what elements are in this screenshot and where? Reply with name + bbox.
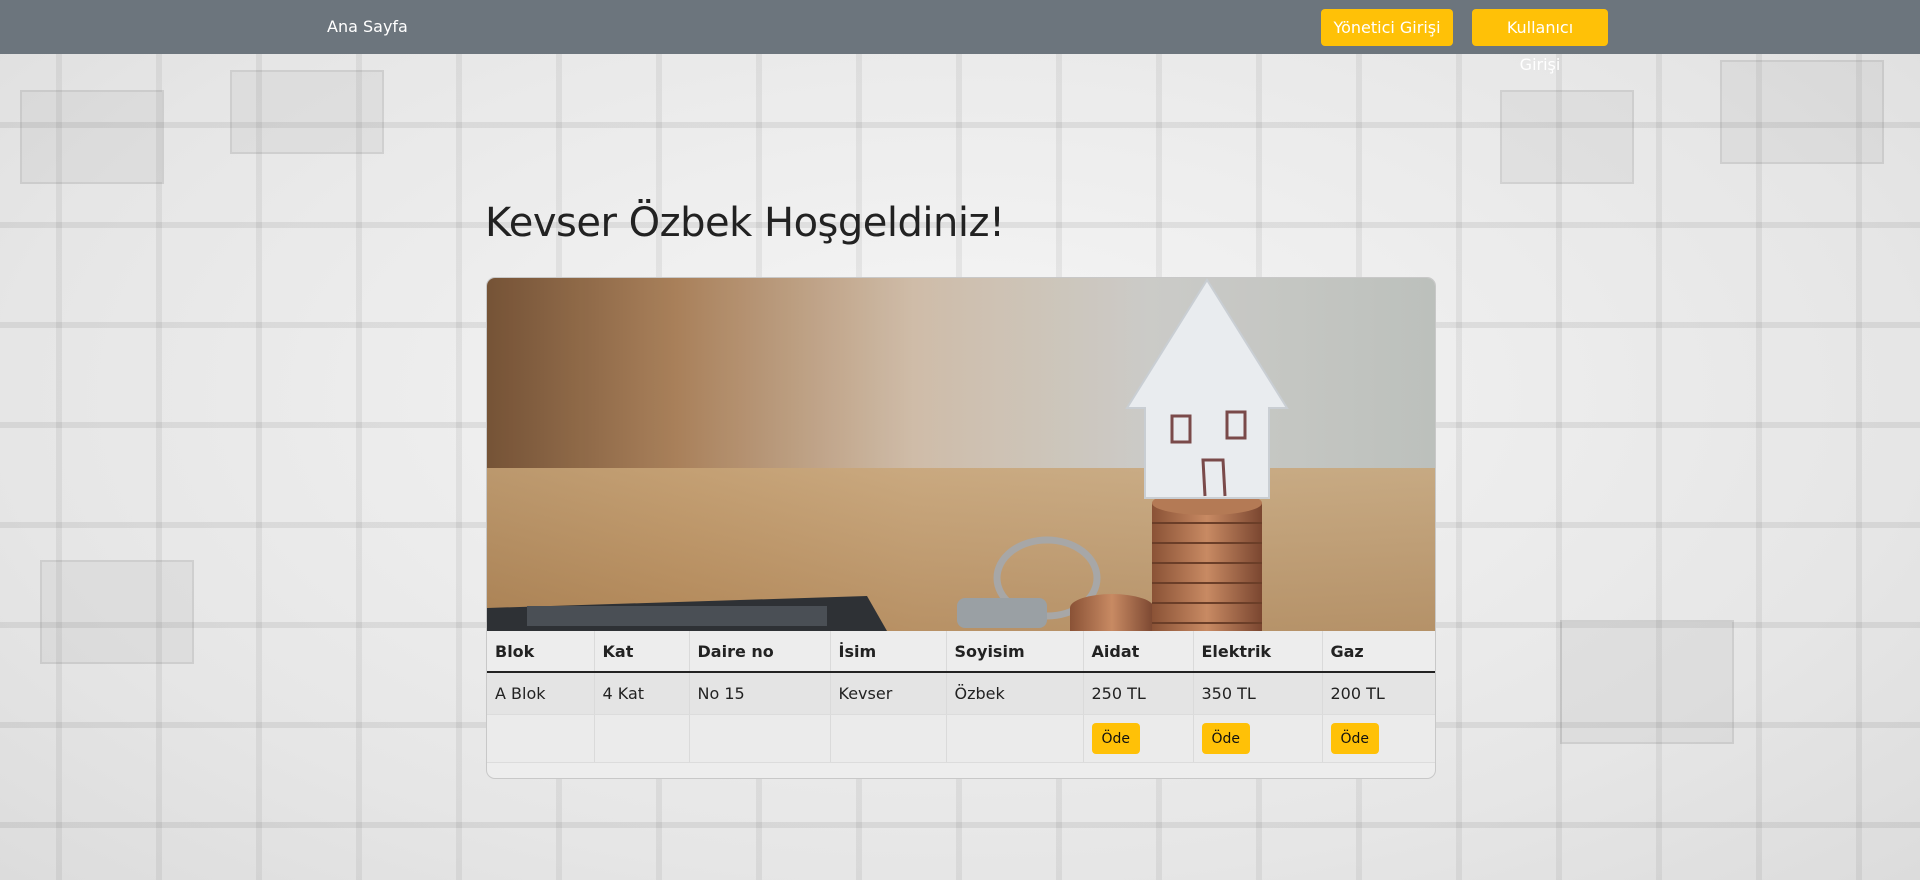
empty-cell	[946, 714, 1084, 763]
cell-blok: A Blok	[487, 672, 595, 715]
pay-cell-aidat: Öde	[1083, 714, 1194, 763]
empty-cell	[689, 714, 831, 763]
table-row: A Blok 4 Kat No 15 Kevser Özbek 250 TL 3…	[487, 672, 1435, 715]
pay-gaz-button[interactable]: Öde	[1330, 723, 1380, 754]
pay-cell-elektrik: Öde	[1193, 714, 1323, 763]
background-window	[1720, 60, 1884, 164]
background-window	[1560, 620, 1734, 744]
hero-image	[487, 278, 1435, 631]
pay-elektrik-button[interactable]: Öde	[1201, 723, 1251, 754]
background-window	[230, 70, 384, 154]
cell-kat: 4 Kat	[594, 672, 690, 715]
welcome-title: Kevser Özbek Hoşgeldiniz!	[485, 200, 1005, 246]
header-daire-no: Daire no	[689, 631, 831, 673]
cell-elektrik: 350 TL	[1193, 672, 1323, 715]
resident-card: Blok Kat Daire no İsim Soyisim Aidat Ele…	[486, 277, 1436, 779]
payment-row: Öde Öde Öde	[487, 714, 1435, 763]
header-elektrik: Elektrik	[1193, 631, 1323, 673]
user-login-button[interactable]: Kullanıcı Girişi	[1472, 9, 1608, 74]
house-coins-illustration	[487, 278, 1435, 631]
header-kat: Kat	[594, 631, 690, 673]
header-blok: Blok	[487, 631, 595, 673]
background-window	[1500, 90, 1634, 184]
pay-aidat-button[interactable]: Öde	[1091, 723, 1141, 754]
empty-cell	[594, 714, 690, 763]
empty-cell	[830, 714, 947, 763]
header-aidat: Aidat	[1083, 631, 1194, 673]
background-window	[40, 560, 194, 664]
cell-isim: Kevser	[830, 672, 947, 715]
header-gaz: Gaz	[1322, 631, 1435, 673]
header-isim: İsim	[830, 631, 947, 673]
admin-login-button[interactable]: Yönetici Girişi	[1321, 9, 1453, 46]
empty-cell	[487, 714, 595, 763]
cell-gaz: 200 TL	[1322, 672, 1435, 715]
coin-stack	[1152, 491, 1262, 631]
cell-daire-no: No 15	[689, 672, 831, 715]
nav-home-link[interactable]: Ana Sayfa	[327, 17, 408, 36]
header-soyisim: Soyisim	[946, 631, 1084, 673]
cell-aidat: 250 TL	[1083, 672, 1194, 715]
table-header-row: Blok Kat Daire no İsim Soyisim Aidat Ele…	[487, 631, 1435, 673]
background-window	[20, 90, 164, 184]
navbar: Ana Sayfa Yönetici Girişi Kullanıcı Giri…	[0, 0, 1920, 74]
resident-table: Blok Kat Daire no İsim Soyisim Aidat Ele…	[487, 631, 1435, 763]
cell-soyisim: Özbek	[946, 672, 1084, 715]
pay-cell-gaz: Öde	[1322, 714, 1435, 763]
